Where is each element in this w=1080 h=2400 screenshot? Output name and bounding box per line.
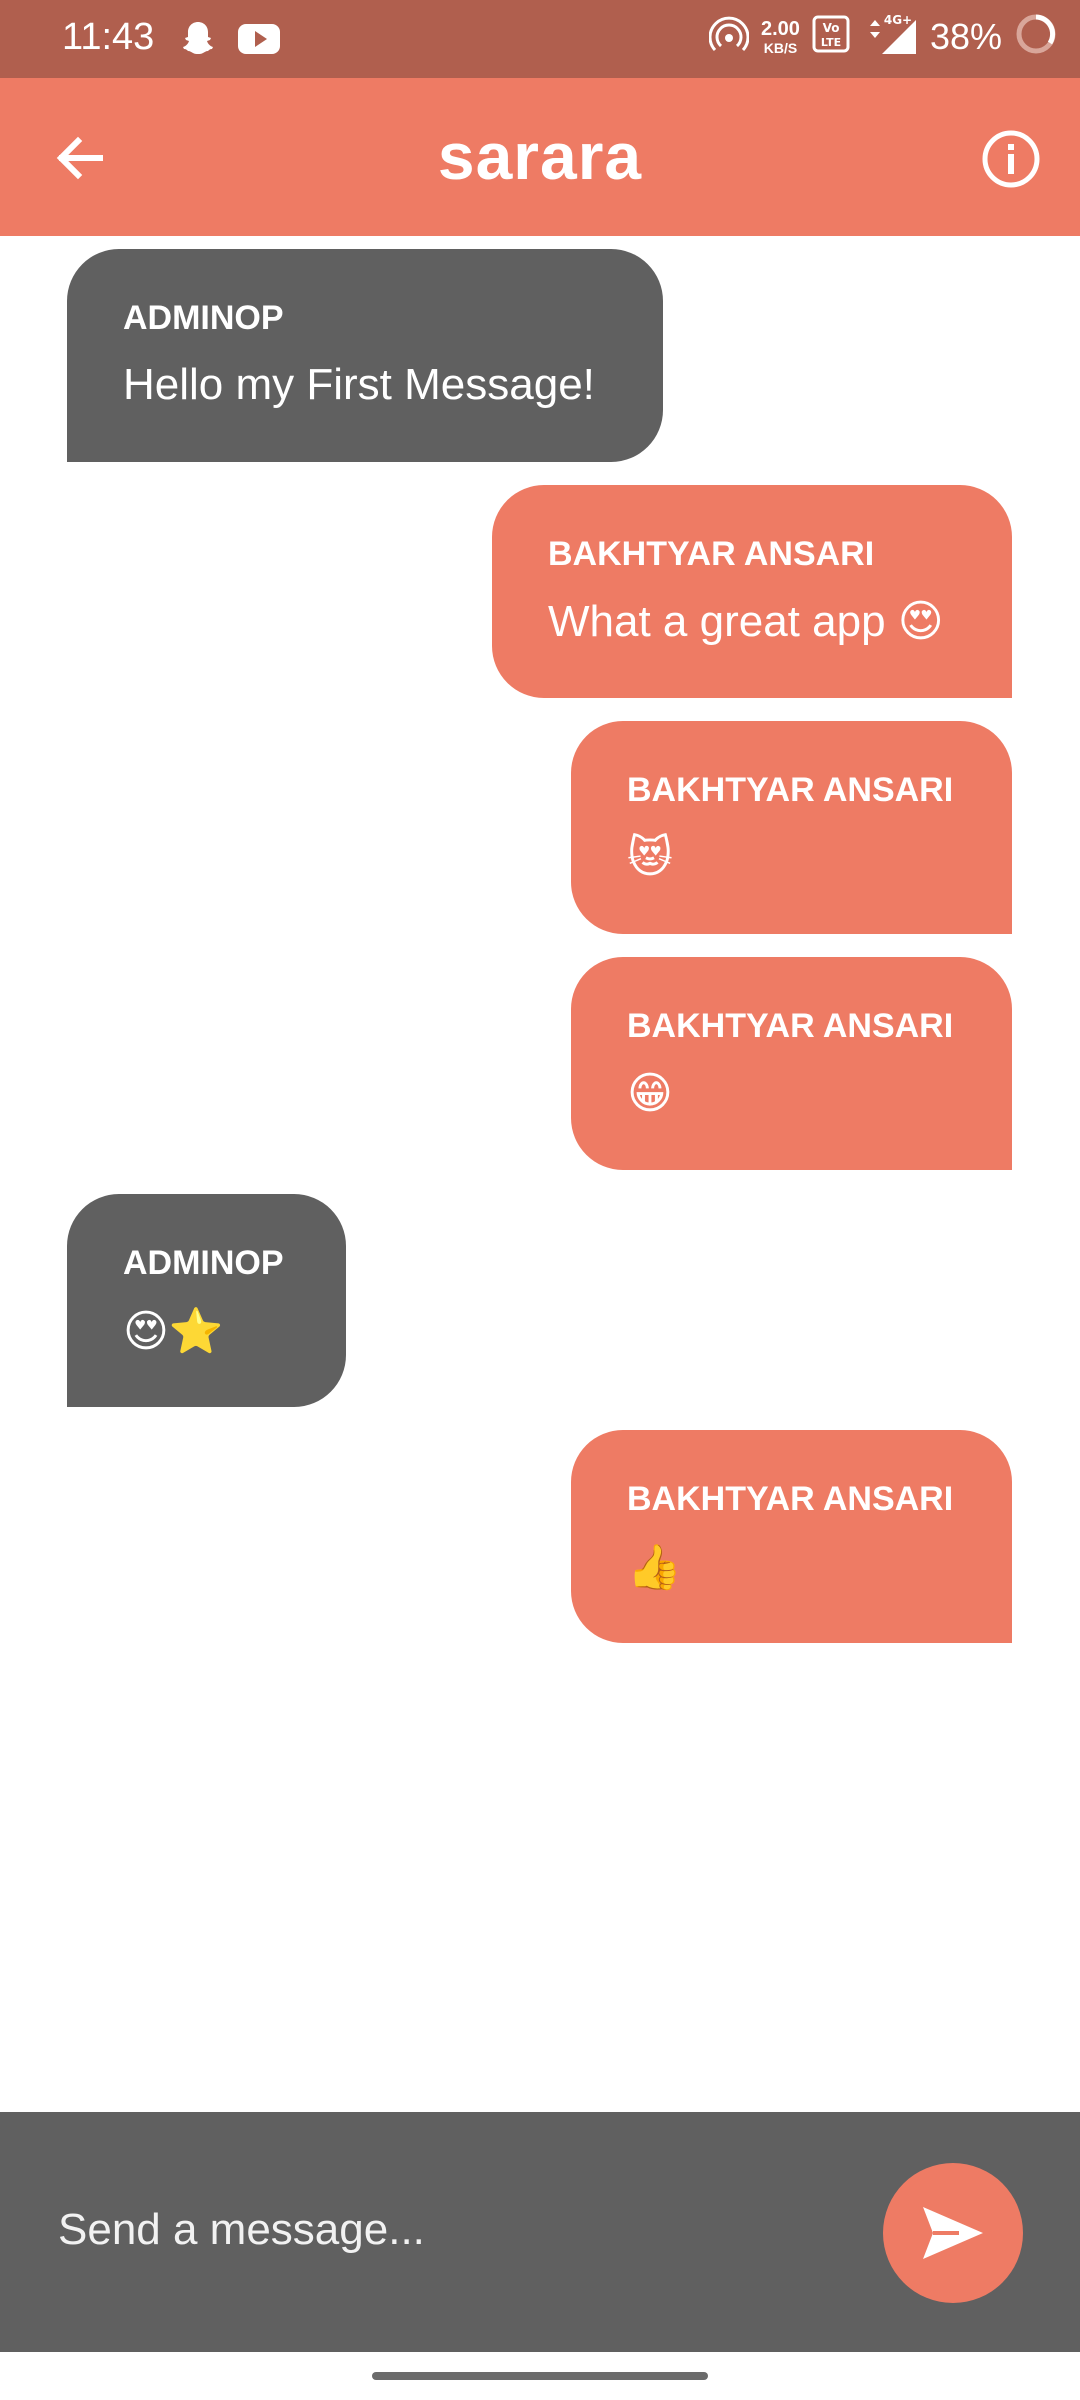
navigation-bar (0, 2352, 1080, 2400)
message-bubble-received[interactable]: ADMINOP 😍⭐ (67, 1194, 346, 1407)
message-sender: BAKHTYAR ANSARI (627, 1007, 954, 1045)
message-sender: BAKHTYAR ANSARI (548, 535, 875, 573)
message-text: 😻 (627, 833, 673, 882)
send-button[interactable] (883, 2163, 1023, 2303)
hotspot-icon (708, 14, 750, 59)
youtube-icon (236, 18, 282, 63)
message-list[interactable]: ADMINOP Hello my First Message! BAKHTYAR… (0, 236, 1080, 2110)
svg-text:4G+: 4G+ (884, 13, 912, 27)
notification-icons (178, 18, 282, 63)
signal-icon: 4G+ (862, 12, 918, 61)
message-sender: BAKHTYAR ANSARI (627, 1480, 954, 1518)
home-indicator[interactable] (372, 2372, 708, 2380)
message-bubble-sent[interactable]: BAKHTYAR ANSARI 👍 (571, 1430, 1012, 1643)
message-bubble-sent[interactable]: BAKHTYAR ANSARI What a great app 😍 (492, 485, 1012, 698)
message-sender: ADMINOP (123, 1244, 284, 1282)
message-text: Hello my First Message! (123, 360, 595, 409)
app-bar: sarara (0, 78, 1080, 236)
svg-text:LTE: LTE (821, 36, 841, 49)
message-text: What a great app 😍 (548, 597, 944, 646)
chat-title: sarara (437, 119, 643, 193)
battery-percent: 38% (929, 15, 1002, 57)
svg-text:Vo: Vo (823, 21, 840, 35)
message-bubble-received[interactable]: ADMINOP Hello my First Message! (67, 249, 663, 462)
volte-icon: Vo LTE (812, 15, 850, 58)
speed-value: 2.00 (761, 17, 800, 40)
message-text: 😁 (627, 1069, 673, 1118)
snapchat-icon (178, 18, 218, 63)
message-bubble-sent[interactable]: BAKHTYAR ANSARI 😻 (571, 721, 1012, 934)
message-sender: BAKHTYAR ANSARI (627, 771, 954, 809)
status-bar: 11:43 2.00 KB/S Vo LTE 4G+ 38% (0, 0, 1080, 78)
status-time: 11:43 (62, 16, 155, 58)
network-speed: 2.00 KB/S (761, 19, 800, 55)
message-text: 👍 (627, 1543, 682, 1592)
info-button[interactable] (980, 128, 1042, 190)
message-input[interactable] (56, 2194, 820, 2266)
message-sender: ADMINOP (123, 299, 284, 337)
message-composer (0, 2112, 1080, 2352)
send-icon (923, 2207, 983, 2259)
message-bubble-sent[interactable]: BAKHTYAR ANSARI 😁 (571, 957, 1012, 1170)
battery-ring-icon (1014, 12, 1058, 61)
info-icon (982, 130, 1040, 188)
message-text: 😍⭐ (123, 1307, 224, 1356)
speed-unit: KB/S (763, 39, 798, 56)
chat-screen: 11:43 2.00 KB/S Vo LTE 4G+ 38% sarara AD… (0, 0, 1080, 2400)
system-indicators: 2.00 KB/S Vo LTE 4G+ 38% (708, 12, 1058, 61)
